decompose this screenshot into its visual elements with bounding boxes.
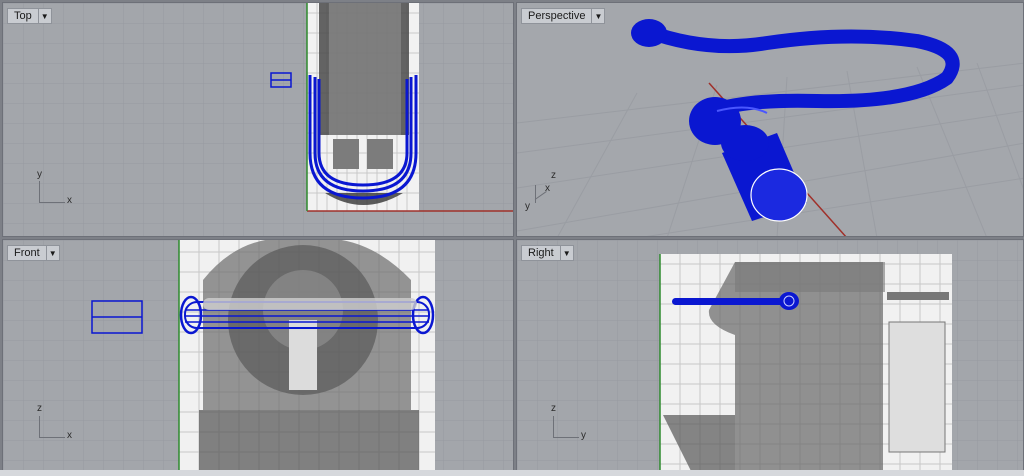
viewport-perspective-canvas [517, 3, 1023, 236]
viewport-top[interactable]: Top ▼ y x [2, 2, 514, 237]
axis-label-z: z [551, 170, 556, 181]
axis-label-y: y [581, 430, 586, 441]
viewport-tab-strip[interactable] [0, 470, 1024, 476]
chevron-down-icon[interactable]: ▼ [559, 246, 573, 260]
axis-label-x: x [67, 430, 72, 441]
chevron-down-icon[interactable]: ▼ [45, 246, 59, 260]
viewport-label-top[interactable]: Top ▼ [7, 8, 52, 24]
viewport-title: Perspective [528, 10, 586, 22]
chevron-down-icon[interactable]: ▼ [591, 9, 604, 23]
axis-label-y: y [37, 169, 42, 180]
viewport-label-perspective[interactable]: Perspective ▼ [521, 8, 606, 24]
chevron-down-icon[interactable]: ▼ [37, 9, 51, 23]
axis-label-z: z [37, 403, 42, 414]
viewport-label-right[interactable]: Right ▼ [521, 245, 574, 261]
viewport-label-front[interactable]: Front ▼ [7, 245, 60, 261]
axis-label-x: x [67, 195, 72, 206]
axis-label-z: z [551, 403, 556, 414]
viewport-right-canvas [517, 240, 1023, 471]
viewport-front[interactable]: Front ▼ z x [2, 239, 514, 472]
viewport-title: Right [528, 247, 554, 259]
viewport-right[interactable]: Right ▼ z y [516, 239, 1024, 472]
viewport-title: Top [14, 10, 32, 22]
axis-label-y: y [525, 201, 530, 212]
viewport-top-canvas [3, 3, 513, 236]
viewport-perspective[interactable]: Perspective ▼ z x y [516, 2, 1024, 237]
viewport-front-canvas [3, 240, 513, 471]
viewport-title: Front [14, 247, 40, 259]
axis-label-x: x [545, 183, 550, 194]
